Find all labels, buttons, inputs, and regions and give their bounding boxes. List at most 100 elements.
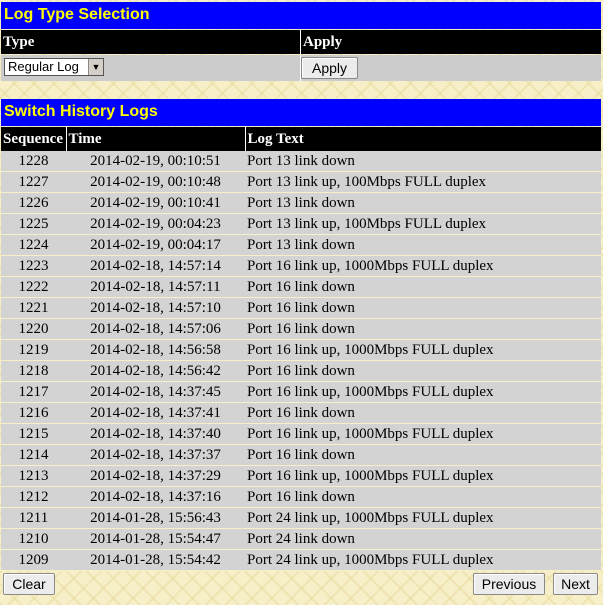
sequence-cell: 1226: [1, 192, 66, 214]
time-cell: 2014-01-28, 15:54:47: [66, 528, 245, 550]
time-cell: 2014-01-28, 15:56:43: [66, 507, 245, 529]
time-cell: 2014-02-18, 14:37:40: [66, 423, 245, 445]
time-cell: 2014-02-18, 14:57:14: [66, 255, 245, 277]
sequence-column-header: Sequence: [1, 127, 67, 151]
sequence-cell: 1225: [1, 213, 66, 235]
log-text-cell: Port 13 link down: [245, 151, 601, 172]
table-row: 1210 2014-01-28, 15:54:47 Port 24 link dow…: [1, 528, 601, 550]
table-row: 1218 2014-02-18, 14:56:42 Port 16 link dow…: [1, 360, 601, 382]
previous-button[interactable]: Previous: [473, 573, 545, 595]
time-cell: 2014-02-18, 14:37:29: [66, 465, 245, 487]
sequence-cell: 1227: [1, 171, 66, 193]
type-header: Type: [1, 30, 301, 54]
table-row: 1226 2014-02-19, 00:10:41 Port 13 link dow…: [1, 192, 601, 214]
time-cell: 2014-02-18, 14:56:58: [66, 339, 245, 361]
table-row: 1225 2014-02-19, 00:04:23 Port 13 link up,…: [1, 213, 601, 235]
table-row: 1211 2014-01-28, 15:56:43 Port 24 link up,…: [1, 507, 601, 529]
sequence-cell: 1215: [1, 423, 66, 445]
log-text-cell: Port 13 link down: [245, 192, 601, 214]
table-row: 1212 2014-02-18, 14:37:16 Port 16 link dow…: [1, 486, 601, 508]
table-row: 1215 2014-02-18, 14:37:40 Port 16 link up,…: [1, 423, 601, 445]
time-column-header: Time: [66, 127, 246, 151]
table-row: 1222 2014-02-18, 14:57:11 Port 16 link dow…: [1, 276, 601, 298]
log-text-cell: Port 16 link down: [245, 297, 601, 319]
sequence-cell: 1223: [1, 255, 66, 277]
time-cell: 2014-01-28, 15:54:42: [66, 549, 245, 571]
time-cell: 2014-02-18, 14:56:42: [66, 360, 245, 382]
log-text-cell: Port 16 link down: [245, 318, 601, 340]
log-type-select[interactable]: Regular Log ▼: [4, 58, 104, 76]
time-cell: 2014-02-19, 00:10:48: [66, 171, 245, 193]
table-row: 1219 2014-02-18, 14:56:58 Port 16 link up,…: [1, 339, 601, 361]
sequence-cell: 1218: [1, 360, 66, 382]
apply-cell: Apply: [301, 55, 601, 81]
log-text-cell: Port 13 link down: [245, 234, 601, 256]
table-row: 1216 2014-02-18, 14:37:41 Port 16 link dow…: [1, 402, 601, 424]
time-cell: 2014-02-19, 00:04:17: [66, 234, 245, 256]
time-cell: 2014-02-18, 14:57:11: [66, 276, 245, 298]
apply-header: Apply: [301, 30, 601, 54]
table-row: 1228 2014-02-19, 00:10:51 Port 13 link dow…: [1, 151, 601, 172]
time-cell: 2014-02-18, 14:37:45: [66, 381, 245, 403]
table-row: 1217 2014-02-18, 14:37:45 Port 16 link up,…: [1, 381, 601, 403]
sequence-cell: 1228: [1, 151, 66, 172]
sequence-cell: 1213: [1, 465, 66, 487]
sequence-cell: 1217: [1, 381, 66, 403]
table-row: 1213 2014-02-18, 14:37:29 Port 16 link up,…: [1, 465, 601, 487]
chevron-down-icon[interactable]: ▼: [88, 59, 103, 75]
apply-button[interactable]: Apply: [301, 57, 358, 79]
time-cell: 2014-02-18, 14:37:16: [66, 486, 245, 508]
time-cell: 2014-02-18, 14:57:06: [66, 318, 245, 340]
type-cell: Regular Log ▼: [1, 55, 301, 81]
sequence-cell: 1211: [1, 507, 66, 529]
time-cell: 2014-02-18, 14:37:41: [66, 402, 245, 424]
table-row: 1227 2014-02-19, 00:10:48 Port 13 link up,…: [1, 171, 601, 193]
log-type-selection-title: Log Type Selection: [1, 2, 601, 29]
log-text-cell: Port 13 link up, 100Mbps FULL duplex: [245, 213, 601, 235]
log-text-cell: Port 16 link down: [245, 486, 601, 508]
table-row: 1220 2014-02-18, 14:57:06 Port 16 link dow…: [1, 318, 601, 340]
log-text-cell: Port 24 link down: [245, 528, 601, 550]
sequence-cell: 1216: [1, 402, 66, 424]
sequence-cell: 1222: [1, 276, 66, 298]
sequence-cell: 1219: [1, 339, 66, 361]
table-row: 1209 2014-01-28, 15:54:42 Port 24 link up,…: [1, 549, 601, 571]
history-log-table: Sequence Time Log Text 1228 2014-02-19, 0…: [1, 127, 601, 571]
time-cell: 2014-02-19, 00:10:51: [66, 151, 245, 172]
log-text-cell: Port 16 link down: [245, 276, 601, 298]
log-text-cell: Port 16 link down: [245, 402, 601, 424]
clear-button[interactable]: Clear: [3, 573, 55, 595]
log-text-cell: Port 16 link up, 1000Mbps FULL duplex: [245, 255, 601, 277]
sequence-cell: 1220: [1, 318, 66, 340]
table-row: 1214 2014-02-18, 14:37:37 Port 16 link dow…: [1, 444, 601, 466]
time-cell: 2014-02-19, 00:10:41: [66, 192, 245, 214]
log-text-cell: Port 16 link up, 1000Mbps FULL duplex: [245, 339, 601, 361]
sequence-cell: 1214: [1, 444, 66, 466]
log-text-cell: Port 16 link down: [245, 360, 601, 382]
table-row: 1221 2014-02-18, 14:57:10 Port 16 link dow…: [1, 297, 601, 319]
time-cell: 2014-02-19, 00:04:23: [66, 213, 245, 235]
table-header-row: Sequence Time Log Text: [1, 127, 601, 151]
sequence-cell: 1221: [1, 297, 66, 319]
time-cell: 2014-02-18, 14:57:10: [66, 297, 245, 319]
table-row: 1223 2014-02-18, 14:57:14 Port 16 link up,…: [1, 255, 601, 277]
log-type-control-row: Regular Log ▼ Apply: [1, 55, 601, 81]
sequence-cell: 1210: [1, 528, 66, 550]
log-type-header-row: Type Apply: [1, 30, 601, 54]
time-cell: 2014-02-18, 14:37:37: [66, 444, 245, 466]
sequence-cell: 1212: [1, 486, 66, 508]
log-text-cell: Port 16 link up, 1000Mbps FULL duplex: [245, 423, 601, 445]
log-text-column-header: Log Text: [245, 127, 601, 151]
log-text-cell: Port 16 link up, 1000Mbps FULL duplex: [245, 381, 601, 403]
sequence-cell: 1209: [1, 549, 66, 571]
switch-history-logs-title: Switch History Logs: [1, 99, 601, 126]
log-type-select-value: Regular Log: [8, 59, 79, 74]
table-row: 1224 2014-02-19, 00:04:17 Port 13 link dow…: [1, 234, 601, 256]
log-text-cell: Port 16 link up, 1000Mbps FULL duplex: [245, 465, 601, 487]
log-text-cell: Port 16 link down: [245, 444, 601, 466]
log-text-cell: Port 24 link up, 1000Mbps FULL duplex: [245, 549, 601, 571]
sequence-cell: 1224: [1, 234, 66, 256]
next-button[interactable]: Next: [553, 573, 598, 595]
log-text-cell: Port 13 link up, 100Mbps FULL duplex: [245, 171, 601, 193]
log-text-cell: Port 24 link up, 1000Mbps FULL duplex: [245, 507, 601, 529]
